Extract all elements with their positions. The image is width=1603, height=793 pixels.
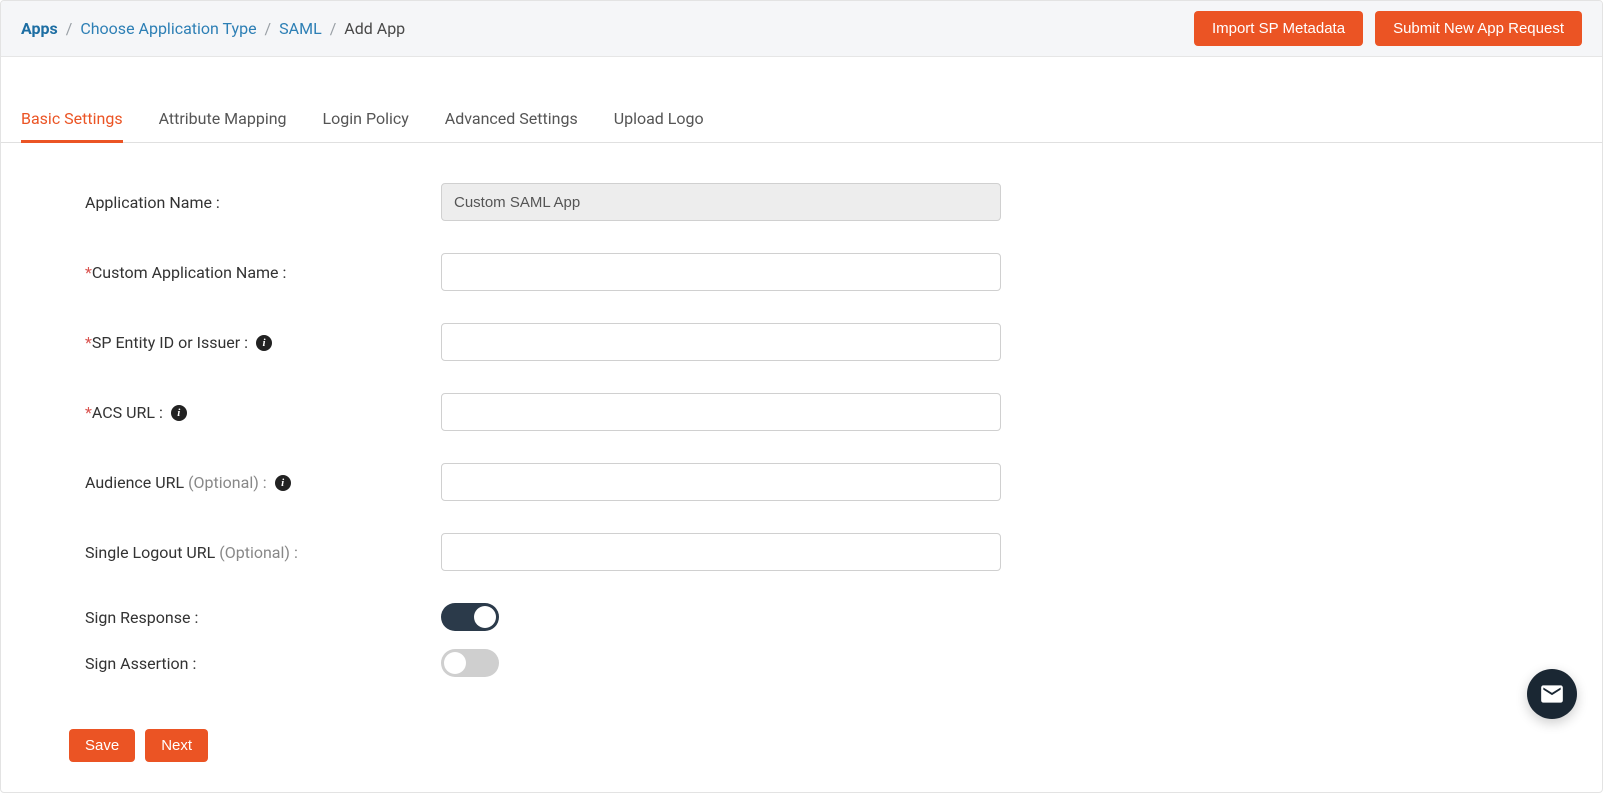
toggle-sign-response[interactable]: [441, 603, 499, 631]
input-audience-url[interactable]: [441, 463, 1001, 501]
topbar: Apps / Choose Application Type / SAML / …: [1, 1, 1602, 57]
input-single-logout-url[interactable]: [441, 533, 1001, 571]
breadcrumb-sep: /: [330, 19, 337, 38]
breadcrumb: Apps / Choose Application Type / SAML / …: [21, 19, 405, 38]
save-button[interactable]: Save: [69, 729, 135, 762]
row-single-logout-url: Single Logout URL (Optional) :: [85, 533, 1085, 571]
info-icon[interactable]: i: [275, 475, 291, 491]
optional-text: (Optional) :: [188, 473, 267, 492]
label-text: Audience URL: [85, 473, 184, 492]
row-sp-entity-id: *SP Entity ID or Issuer : i: [85, 323, 1085, 361]
label-text: ACS URL :: [92, 403, 163, 422]
label-sign-response: Sign Response :: [85, 608, 441, 627]
row-sign-response: Sign Response :: [85, 603, 1085, 631]
input-application-name: [441, 183, 1001, 221]
row-acs-url: *ACS URL : i: [85, 393, 1085, 431]
row-audience-url: Audience URL (Optional) : i: [85, 463, 1085, 501]
next-button[interactable]: Next: [145, 729, 208, 762]
label-custom-app-name: *Custom Application Name :: [85, 263, 441, 282]
input-custom-app-name[interactable]: [441, 253, 1001, 291]
breadcrumb-choose-type[interactable]: Choose Application Type: [80, 19, 256, 38]
label-acs-url: *ACS URL : i: [85, 403, 441, 422]
input-acs-url[interactable]: [441, 393, 1001, 431]
import-sp-metadata-button[interactable]: Import SP Metadata: [1194, 11, 1363, 46]
tab-attribute-mapping[interactable]: Attribute Mapping: [159, 97, 287, 143]
submit-new-app-request-button[interactable]: Submit New App Request: [1375, 11, 1582, 46]
tab-basic-settings[interactable]: Basic Settings: [21, 97, 123, 143]
input-sp-entity-id[interactable]: [441, 323, 1001, 361]
row-application-name: Application Name :: [85, 183, 1085, 221]
info-icon[interactable]: i: [171, 405, 187, 421]
tab-login-policy[interactable]: Login Policy: [323, 97, 409, 143]
label-single-logout-url: Single Logout URL (Optional) :: [85, 543, 441, 562]
mail-icon: [1539, 681, 1565, 707]
breadcrumb-sep: /: [265, 19, 272, 38]
label-application-name: Application Name :: [85, 193, 441, 212]
optional-text: (Optional) :: [219, 543, 298, 562]
chat-fab[interactable]: [1527, 669, 1577, 719]
breadcrumb-add-app: Add App: [344, 19, 405, 38]
row-sign-assertion: Sign Assertion :: [85, 649, 1085, 677]
footer-actions: Save Next: [1, 729, 1602, 792]
breadcrumb-apps[interactable]: Apps: [21, 19, 58, 38]
label-text: SP Entity ID or Issuer :: [92, 333, 248, 352]
toggle-sign-assertion[interactable]: [441, 649, 499, 677]
breadcrumb-saml[interactable]: SAML: [279, 19, 322, 38]
top-actions: Import SP Metadata Submit New App Reques…: [1194, 11, 1582, 46]
required-mark: *: [85, 333, 92, 352]
label-sign-assertion: Sign Assertion :: [85, 654, 441, 673]
required-mark: *: [85, 263, 92, 282]
label-text: Single Logout URL: [85, 543, 215, 562]
label-sp-entity-id: *SP Entity ID or Issuer : i: [85, 333, 441, 352]
tabs: Basic Settings Attribute Mapping Login P…: [1, 97, 1602, 143]
tab-upload-logo[interactable]: Upload Logo: [614, 97, 704, 143]
required-mark: *: [85, 403, 92, 422]
tab-advanced-settings[interactable]: Advanced Settings: [445, 97, 578, 143]
row-custom-app-name: *Custom Application Name :: [85, 253, 1085, 291]
info-icon[interactable]: i: [256, 335, 272, 351]
form-area: Application Name : *Custom Application N…: [1, 143, 1602, 729]
label-audience-url: Audience URL (Optional) : i: [85, 473, 441, 492]
breadcrumb-sep: /: [66, 19, 73, 38]
label-text: Custom Application Name :: [92, 263, 287, 282]
